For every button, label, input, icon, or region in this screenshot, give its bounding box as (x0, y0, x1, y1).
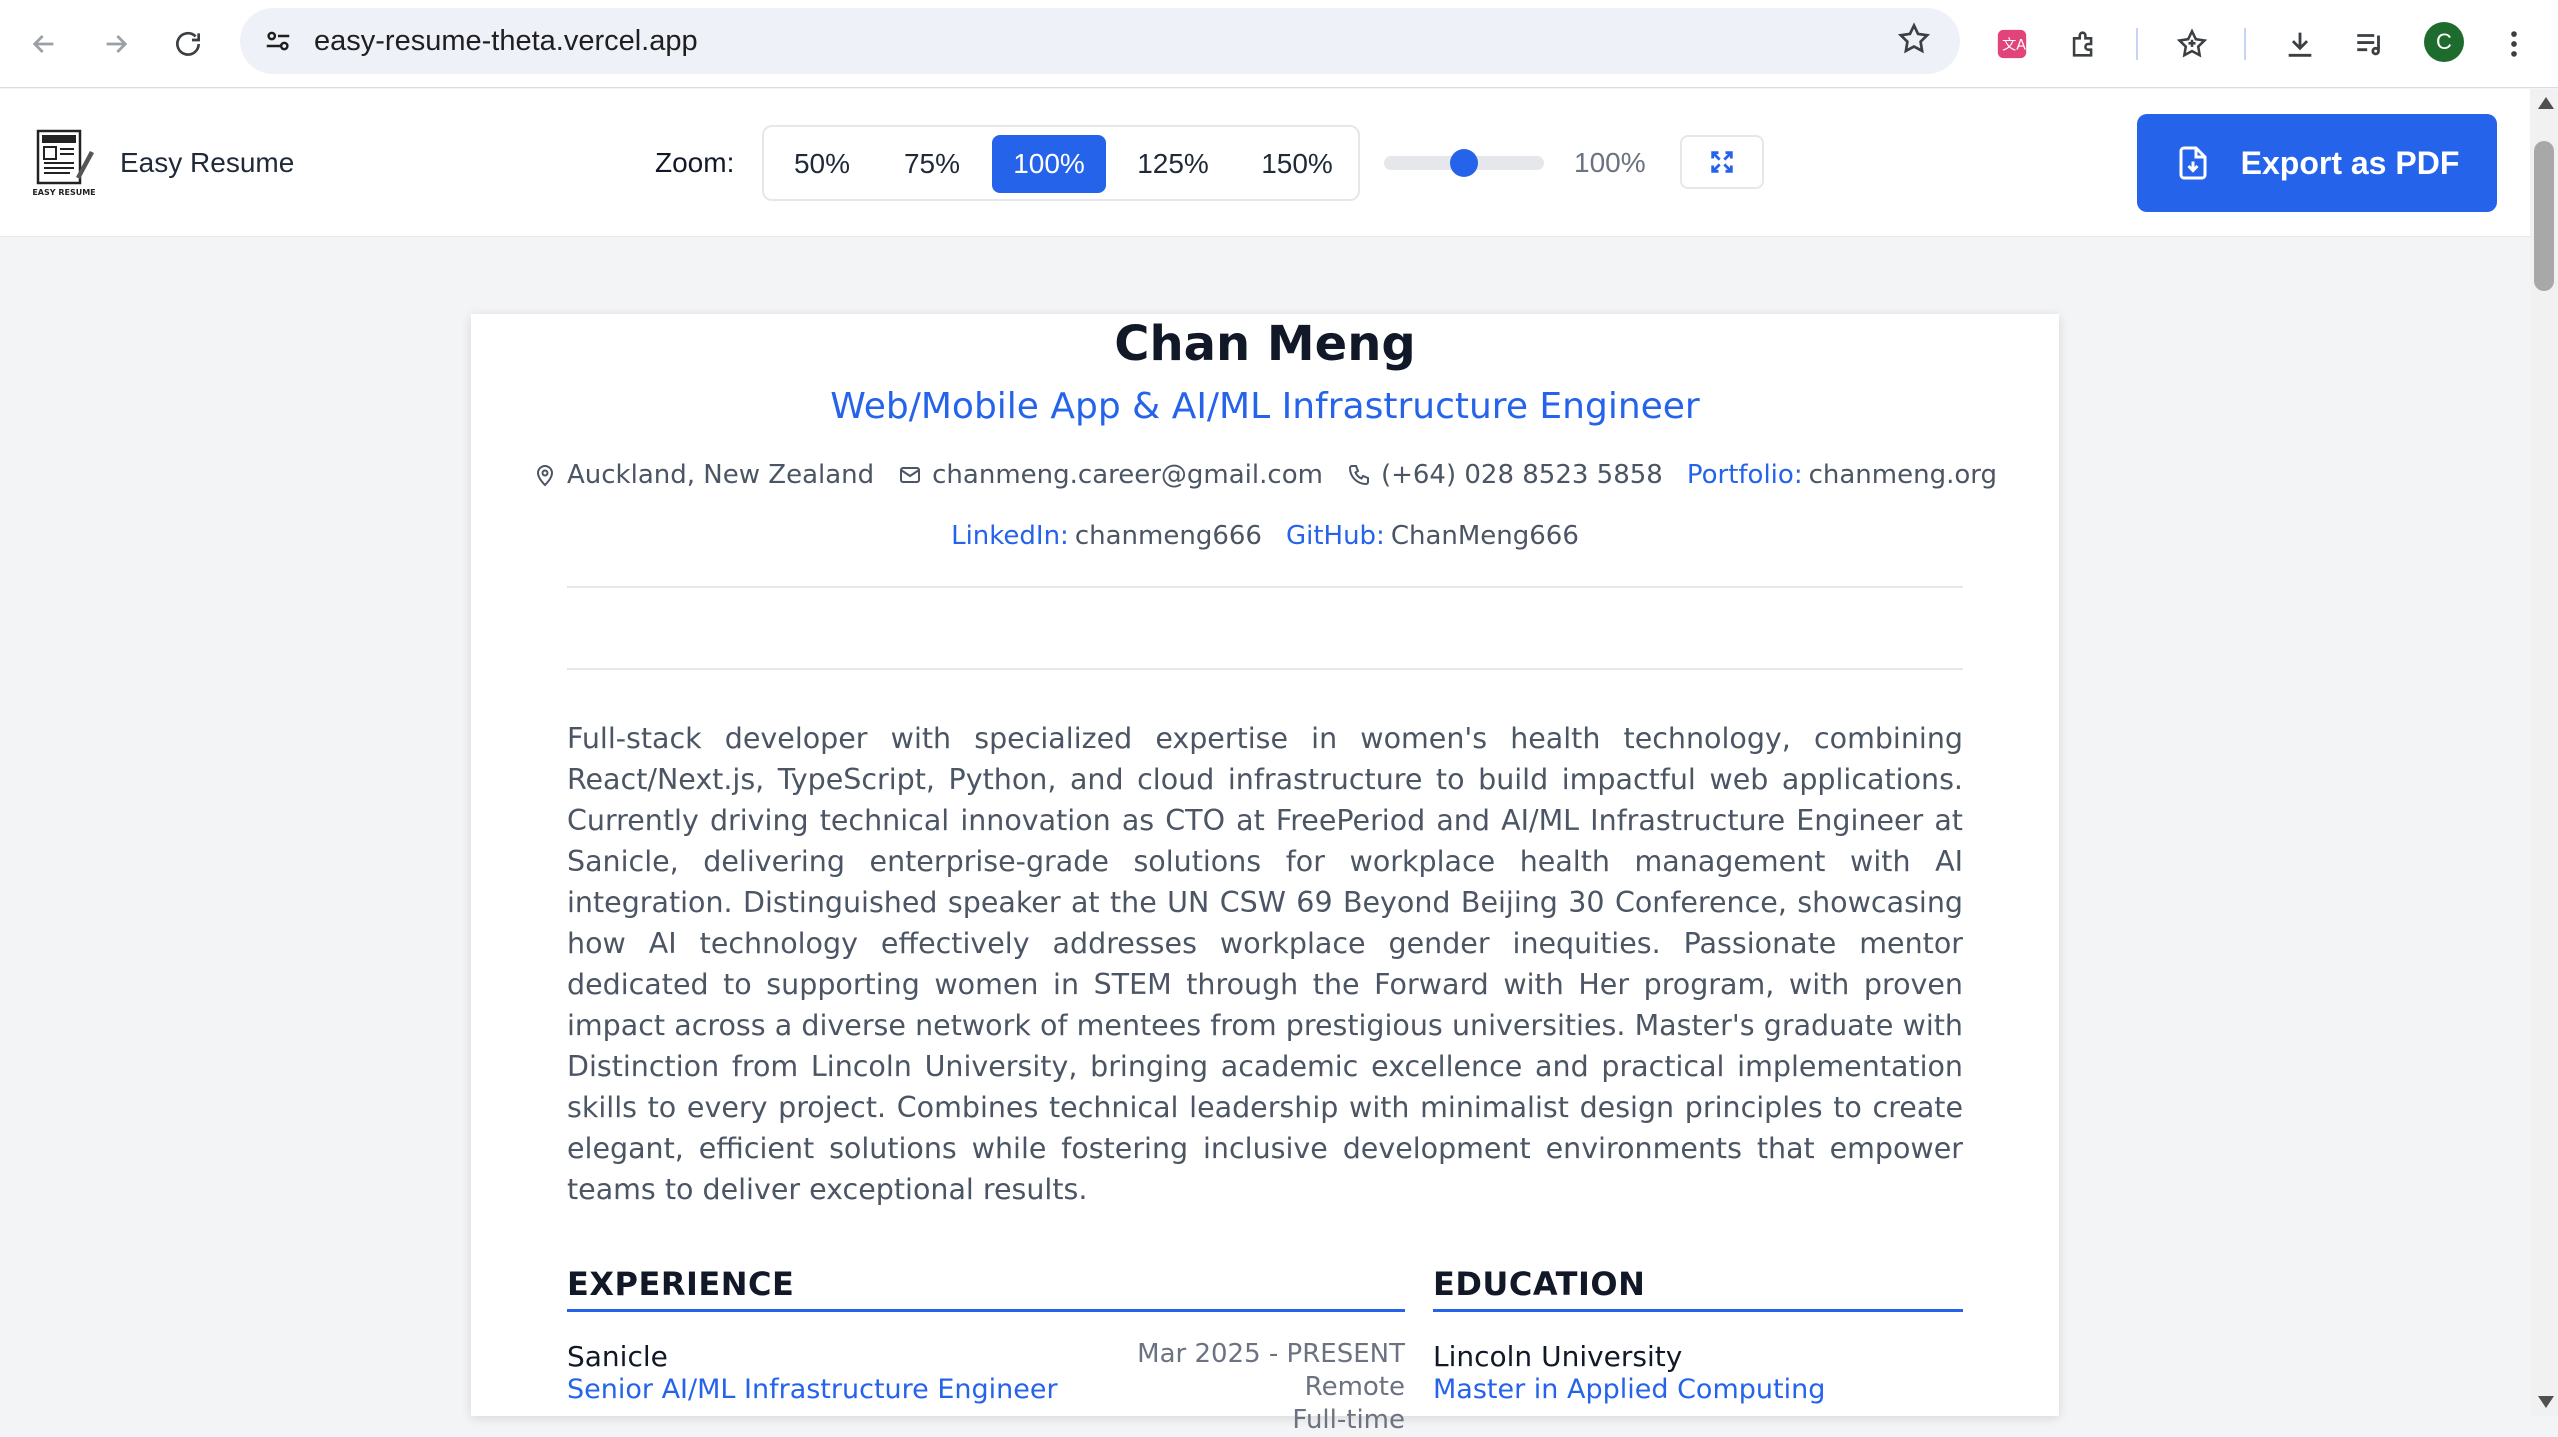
zoom-slider-value: 100% (1574, 147, 1646, 178)
resume-title: Web/Mobile App & AI/ML Infrastructure En… (830, 386, 1700, 427)
portfolio-item[interactable]: Portfolio: chanmeng.org (1687, 460, 1997, 490)
toolbar-separator (2136, 28, 2138, 60)
header-divider (567, 586, 1963, 588)
svg-text:EASY RESUME: EASY RESUME (32, 188, 95, 197)
github-link[interactable]: ChanMeng666 (1391, 521, 1579, 551)
profile-avatar[interactable]: C (2424, 22, 2464, 62)
translate-extension-icon[interactable]: 文A (1988, 20, 2036, 68)
address-bar[interactable]: easy-resume-theta.vercel.app (240, 8, 1960, 74)
scrollbar-thumb[interactable] (2534, 141, 2554, 291)
zoom-100-button[interactable]: 100% (992, 135, 1106, 193)
easy-resume-logo: EASY RESUME (32, 129, 96, 197)
location-text: Auckland, New Zealand (567, 460, 875, 490)
experience-location: Remote (1304, 1372, 1405, 1402)
page-scrollbar[interactable] (2530, 89, 2558, 1416)
brand-name: Easy Resume (120, 147, 295, 178)
portfolio-link[interactable]: chanmeng.org (1809, 460, 1997, 490)
zoom-slider-thumb[interactable] (1450, 149, 1478, 177)
education-school: Lincoln University (1433, 1340, 1683, 1373)
bookmark-star-icon[interactable] (1896, 21, 1936, 61)
expand-icon (1711, 151, 1733, 173)
zoom-label: Zoom: (655, 147, 735, 178)
summary-divider (567, 668, 1963, 670)
media-playlist-icon[interactable] (2346, 20, 2394, 68)
zoom-125-button[interactable]: 125% (1116, 135, 1230, 193)
export-pdf-label: Export as PDF (2240, 144, 2460, 181)
zoom-slider[interactable] (1384, 149, 1544, 177)
experience-heading: EXPERIENCE (567, 1265, 1405, 1312)
map-pin-icon (536, 465, 554, 487)
app-header: EASY RESUME Easy Resume Zoom: 50% 75% 10… (0, 89, 2530, 237)
experience-role: Senior AI/ML Infrastructure Engineer (567, 1374, 1058, 1405)
phone-text[interactable]: (+64) 028 8523 5858 (1381, 460, 1663, 490)
reading-list-star-icon[interactable] (2168, 20, 2216, 68)
zoom-preset-group: 50% 75% 100% 125% 150% (762, 125, 1360, 201)
more-menu-icon[interactable] (2490, 20, 2538, 68)
forward-icon[interactable] (92, 20, 140, 68)
linkedin-item[interactable]: LinkedIn: chanmeng666 (951, 521, 1262, 551)
scroll-down-arrow-icon[interactable] (2538, 1396, 2554, 1408)
export-pdf-button[interactable]: Export as PDF (2137, 114, 2497, 212)
mail-icon (900, 467, 921, 483)
resume-page: Chan Meng Web/Mobile App & AI/ML Infrast… (471, 314, 2059, 1435)
zoom-150-button[interactable]: 150% (1240, 135, 1354, 193)
experience-dates: Mar 2025 - PRESENT (1137, 1339, 1405, 1369)
extensions-puzzle-icon[interactable] (2060, 20, 2108, 68)
contact-row: Auckland, New Zealand chanmeng.career@gm… (471, 460, 2059, 490)
url-text[interactable]: easy-resume-theta.vercel.app (314, 25, 698, 58)
location-item: Auckland, New Zealand (533, 460, 874, 490)
experience-type: Full-time (1292, 1405, 1405, 1435)
github-label: GitHub: (1285, 521, 1385, 551)
download-icon[interactable] (2276, 20, 2324, 68)
reload-icon[interactable] (164, 20, 212, 68)
scroll-up-arrow-icon[interactable] (2538, 97, 2554, 109)
zoom-50-button[interactable]: 50% (772, 135, 872, 193)
email-item[interactable]: chanmeng.career@gmail.com (898, 460, 1323, 490)
professional-summary: Full-stack developer with specialized ex… (567, 722, 1963, 1206)
toolbar-separator (2244, 28, 2246, 60)
fullscreen-button[interactable] (1680, 135, 1764, 189)
linkedin-label: LinkedIn: (951, 521, 1069, 551)
file-download-icon (2179, 146, 2207, 180)
portfolio-label: Portfolio: (1686, 460, 1803, 490)
zoom-75-button[interactable]: 75% (882, 135, 982, 193)
experience-org: Sanicle (567, 1340, 668, 1373)
education-heading: EDUCATION (1433, 1265, 1963, 1312)
resume-name: Chan Meng (1114, 316, 1416, 372)
browser-toolbar: easy-resume-theta.vercel.app 文A C (0, 0, 2558, 88)
svg-text:文A: 文A (2002, 38, 2026, 54)
site-settings-icon[interactable] (258, 21, 298, 61)
linkedin-link[interactable]: chanmeng666 (1075, 521, 1262, 551)
social-links-row: LinkedIn: chanmeng666 GitHub: ChanMeng66… (471, 521, 2059, 551)
experience-meta: Mar 2025 - PRESENT Remote Full-time (1031, 1338, 1405, 1437)
email-text[interactable]: chanmeng.career@gmail.com (932, 460, 1323, 490)
github-item[interactable]: GitHub: ChanMeng666 (1286, 521, 1579, 551)
back-icon[interactable] (20, 20, 68, 68)
phone-icon (1348, 465, 1369, 486)
phone-item[interactable]: (+64) 028 8523 5858 (1347, 460, 1663, 490)
education-degree: Master in Applied Computing (1433, 1374, 1826, 1405)
